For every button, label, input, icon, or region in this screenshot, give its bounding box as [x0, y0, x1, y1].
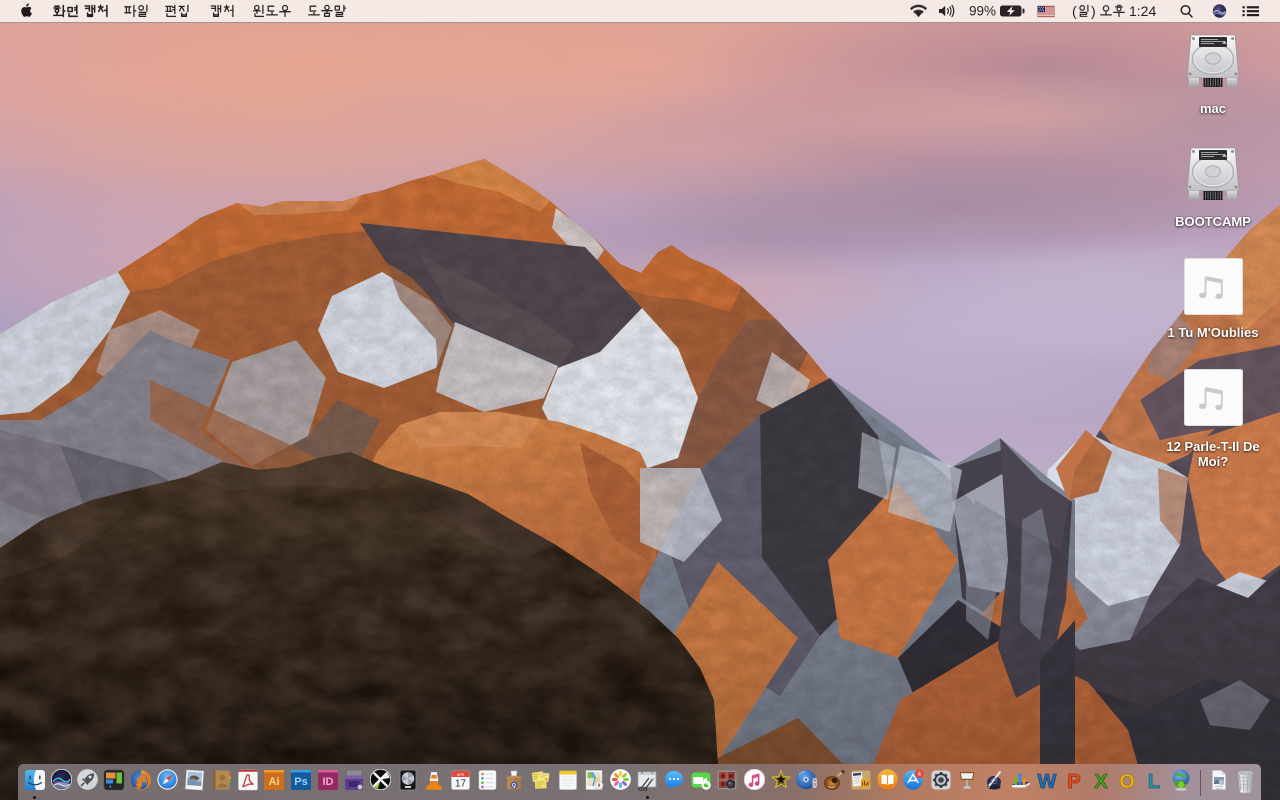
- svg-text:O: O: [1119, 771, 1135, 791]
- svg-text:99%: 99%: [969, 4, 996, 19]
- svg-text:Q: Q: [512, 783, 516, 789]
- svg-text:P: P: [1067, 771, 1080, 791]
- svg-text:W: W: [1038, 771, 1057, 791]
- svg-text:APR: APR: [457, 773, 465, 777]
- svg-text:ID: ID: [322, 776, 333, 788]
- svg-text:): ): [1091, 3, 1096, 19]
- svg-text:17: 17: [455, 779, 467, 790]
- svg-text:docx: docx: [1216, 787, 1223, 791]
- svg-text:(: (: [1072, 3, 1077, 19]
- svg-text:L: L: [1148, 771, 1160, 791]
- svg-text:X: X: [1094, 771, 1108, 791]
- svg-text:Ai: Ai: [269, 776, 280, 788]
- svg-text:Ps: Ps: [294, 776, 307, 788]
- svg-text:1:24: 1:24: [1129, 3, 1156, 19]
